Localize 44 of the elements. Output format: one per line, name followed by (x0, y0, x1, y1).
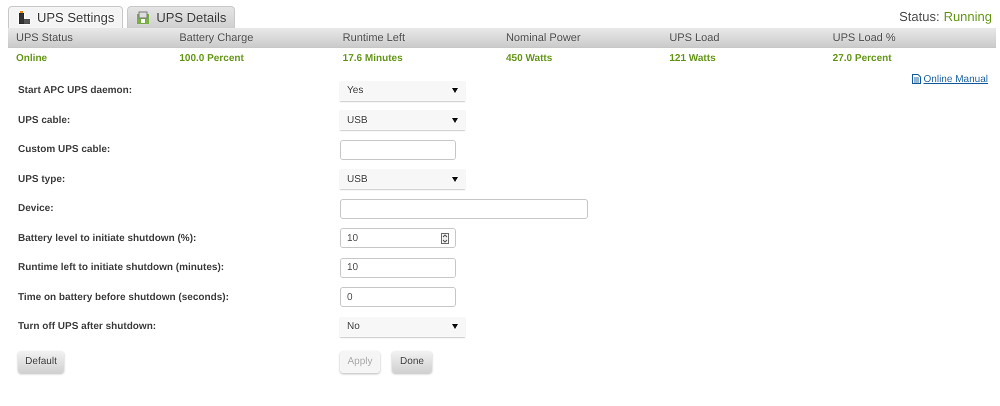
column-header: UPS Status (16, 32, 74, 44)
column-header: UPS Load (669, 32, 720, 44)
dropdown[interactable]: Yes (340, 80, 465, 101)
number-field[interactable]: 10 (340, 228, 456, 248)
status-value: Running (944, 9, 992, 24)
table-cell-text: Online (16, 53, 48, 64)
input-field[interactable] (340, 140, 456, 160)
field-label: UPS type: (18, 174, 66, 185)
table-cell-text: 100.0 Percent (179, 53, 245, 64)
status-label: Status: (899, 9, 940, 24)
spinner-icon (441, 232, 449, 244)
column-header: Battery Charge (179, 32, 254, 44)
dropdown[interactable]: No (340, 316, 465, 337)
caret-icon (452, 118, 458, 123)
dropdown[interactable]: USB (340, 110, 465, 130)
caret-icon (452, 176, 458, 182)
input-field[interactable]: 0 (340, 287, 456, 308)
field-label: UPS cable: (18, 114, 72, 126)
tab[interactable]: UPS Settings (8, 6, 124, 28)
column-header: Runtime Left (342, 32, 406, 44)
done-button[interactable]: Done (392, 350, 432, 372)
column-header: Nominal Power (506, 32, 582, 44)
table-cell-text: 17.6 Minutes (342, 53, 404, 64)
table-cell-text: 27.0 Percent (832, 53, 893, 64)
input-field[interactable]: 10 (340, 258, 456, 278)
field-label: Turn off UPS after shutdown: (18, 321, 158, 332)
online-manual-link[interactable]: Online Manual (912, 72, 988, 86)
battery-icon (17, 10, 31, 24)
column-header: UPS Load % (832, 32, 897, 44)
dropdown[interactable]: USB (340, 169, 465, 190)
document-icon (912, 74, 921, 84)
tab[interactable]: UPS Details (127, 6, 236, 28)
field-label: Runtime left to initiate shutdown (minutes): (18, 262, 226, 274)
caret-icon (452, 88, 458, 94)
field-label: Time on battery before shutdown (seconds): (18, 292, 230, 303)
field-label: Device: (18, 203, 55, 214)
default-button[interactable]: Default (18, 350, 64, 372)
table-cell-text: 121 Watts (669, 53, 717, 64)
field-label: Battery level to initiate shutdown (%): (18, 232, 198, 244)
table-cell-text: 450 Watts (506, 53, 554, 64)
field-label: Custom UPS cable: (18, 144, 112, 156)
input-field[interactable] (340, 198, 588, 219)
caret-icon (452, 324, 458, 330)
field-label: Start APC UPS daemon: (18, 85, 134, 96)
